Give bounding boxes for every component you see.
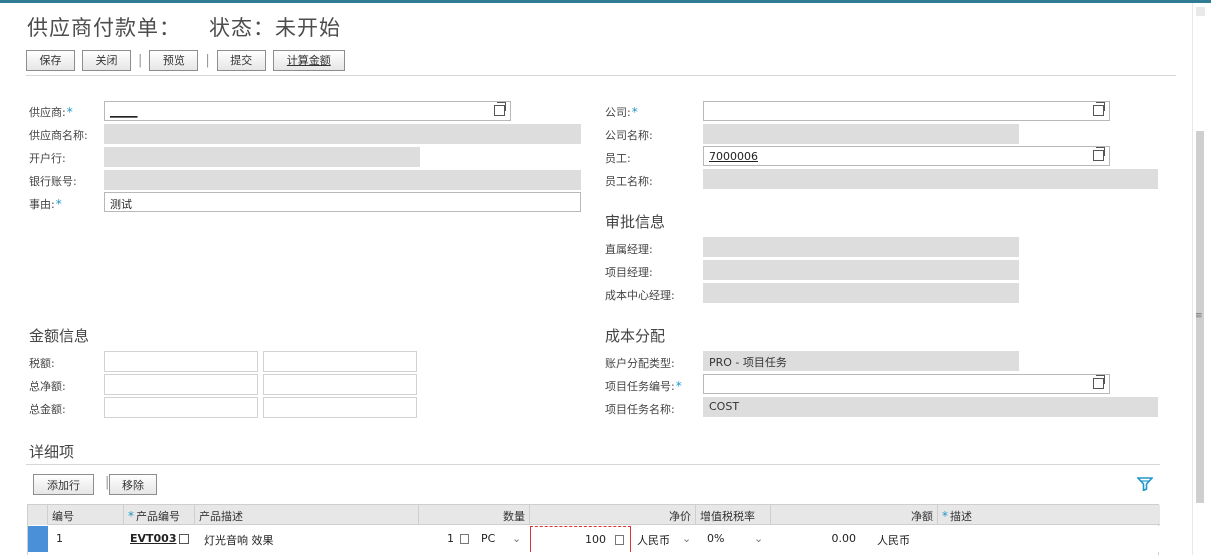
reason-input[interactable]: 测试	[104, 192, 581, 212]
employee-input-value: 7000006	[709, 150, 758, 163]
employee-label: 员工:	[605, 152, 631, 165]
reason-label: 事由:*	[29, 197, 62, 211]
value-help-icon[interactable]	[494, 102, 506, 116]
vendor-label: 供应商:*	[29, 105, 73, 119]
vendor-name-field	[104, 124, 581, 144]
net-label: 总净额:	[29, 380, 66, 393]
row-product-no[interactable]: EVT003	[126, 526, 181, 552]
scroll-up-arrow[interactable]	[1196, 7, 1205, 16]
details-table: 编号 * 产品编号 产品描述 数量 净价 增值税税率 净额 * 描述 1 EVT00…	[27, 504, 1160, 555]
tax-amount-field	[104, 351, 258, 372]
bank-label: 开户行:	[29, 152, 66, 165]
row-net: 0.00	[831, 532, 857, 545]
direct-manager-field	[703, 237, 1019, 257]
vendor-input-value: _____	[110, 105, 138, 118]
task-name-label: 项目任务名称:	[605, 403, 675, 416]
toolbar-separator: |	[138, 52, 143, 68]
row-qty[interactable]: 1	[428, 526, 458, 552]
vendor-input[interactable]: _____	[104, 101, 511, 121]
cost-center-manager-field	[703, 283, 1019, 303]
filter-icon[interactable]	[1137, 477, 1153, 491]
status-text: 状态：未开始	[209, 16, 341, 40]
page-title-text: 供应商付款单：	[27, 16, 181, 40]
total-label: 总金额:	[29, 403, 66, 416]
column-header-qty[interactable]: 数量	[419, 505, 530, 525]
total-amount-field	[104, 397, 258, 418]
project-manager-field	[703, 260, 1019, 280]
toolbar: 保存 关闭 | 预览 | 提交 计算金额	[26, 49, 345, 71]
direct-manager-label: 直属经理:	[605, 243, 653, 256]
page-title: 供应商付款单： 状态：未开始	[27, 12, 341, 42]
vertical-scrollbar[interactable]: ≡	[1192, 3, 1211, 555]
select-all-cell[interactable]	[28, 505, 48, 525]
header-divider	[26, 75, 1176, 76]
employee-name-label: 员工名称:	[605, 175, 653, 188]
calculator-icon[interactable]	[615, 535, 624, 545]
top-accent-bar	[0, 0, 1211, 3]
toolbar-separator: |	[205, 52, 210, 68]
row-unit[interactable]: PC	[477, 526, 499, 552]
company-label: 公司:*	[605, 105, 638, 119]
column-header-desc[interactable]: * 描述	[938, 505, 1160, 525]
submit-button[interactable]: 提交	[216, 49, 266, 71]
tax-label: 税额:	[29, 357, 55, 370]
task-no-input[interactable]	[703, 374, 1110, 394]
column-header-no[interactable]: 编号	[48, 505, 124, 525]
assign-type-label: 账户分配类型:	[605, 357, 675, 370]
amount-heading: 金额信息	[29, 327, 90, 345]
company-name-label: 公司名称:	[605, 129, 653, 142]
table-row[interactable]: 1 EVT003 灯光音响 效果 1 PC ⌄ 100 人民币 ⌄ 0% ⌄ 0…	[28, 526, 1160, 552]
employee-name-field	[703, 169, 1158, 189]
task-name-field: COST	[703, 397, 1158, 417]
row-selector[interactable]	[28, 526, 48, 552]
column-header-product-desc[interactable]: 产品描述	[195, 505, 419, 525]
close-button[interactable]: 关闭	[82, 49, 131, 71]
row-net-currency: 人民币	[877, 534, 910, 547]
task-no-label: 项目任务编号:*	[605, 379, 682, 393]
total-currency-field	[263, 397, 417, 418]
row-no: 1	[56, 532, 63, 545]
price-input[interactable]: 100	[530, 526, 631, 552]
approval-heading: 审批信息	[605, 213, 666, 231]
row-currency[interactable]: 人民币	[633, 526, 674, 552]
employee-input[interactable]: 7000006	[703, 146, 1110, 166]
column-header-product-no[interactable]: * 产品编号	[124, 505, 195, 525]
add-row-button[interactable]: 添加行	[33, 474, 94, 495]
preview-button[interactable]: 预览	[149, 49, 199, 71]
scrollbar-grip-icon: ≡	[1195, 311, 1203, 321]
row-price: 100	[585, 533, 606, 546]
row-product-desc: 灯光音响 效果	[204, 534, 274, 547]
assign-type-field: PRO - 项目任务	[703, 351, 1019, 371]
column-header-net-price[interactable]: 净价	[530, 505, 696, 525]
cost-heading: 成本分配	[605, 327, 666, 345]
row-vat[interactable]: 0%	[703, 526, 728, 552]
value-help-icon[interactable]	[179, 534, 189, 544]
bank-field	[104, 147, 420, 167]
save-button[interactable]: 保存	[26, 49, 75, 71]
calculator-icon[interactable]	[460, 534, 469, 544]
chevron-down-icon[interactable]: ⌄	[678, 526, 695, 552]
table-header: 编号 * 产品编号 产品描述 数量 净价 增值税税率 净额 * 描述	[28, 505, 1160, 525]
value-help-icon[interactable]	[1093, 375, 1105, 389]
remove-button[interactable]: 移除	[109, 474, 157, 495]
tax-currency-field	[263, 351, 417, 372]
details-divider	[26, 464, 1160, 465]
chevron-down-icon[interactable]: ⌄	[508, 526, 525, 552]
value-help-icon[interactable]	[1093, 147, 1105, 161]
vendor-name-label: 供应商名称:	[29, 129, 88, 142]
column-header-vat[interactable]: 增值税税率	[696, 505, 771, 525]
chevron-down-icon[interactable]: ⌄	[750, 526, 767, 552]
account-field	[104, 170, 581, 190]
project-manager-label: 项目经理:	[605, 266, 653, 279]
column-header-net-amount[interactable]: 净额	[771, 505, 938, 525]
account-label: 银行账号:	[29, 175, 77, 188]
cost-center-manager-label: 成本中心经理:	[605, 289, 675, 302]
details-heading: 详细项	[29, 443, 75, 461]
company-name-field	[703, 124, 1019, 144]
value-help-icon[interactable]	[1093, 102, 1105, 116]
calculate-amount-button[interactable]: 计算金额	[272, 49, 345, 71]
net-amount-field	[104, 374, 258, 395]
company-input[interactable]	[703, 101, 1110, 121]
net-currency-field	[263, 374, 417, 395]
